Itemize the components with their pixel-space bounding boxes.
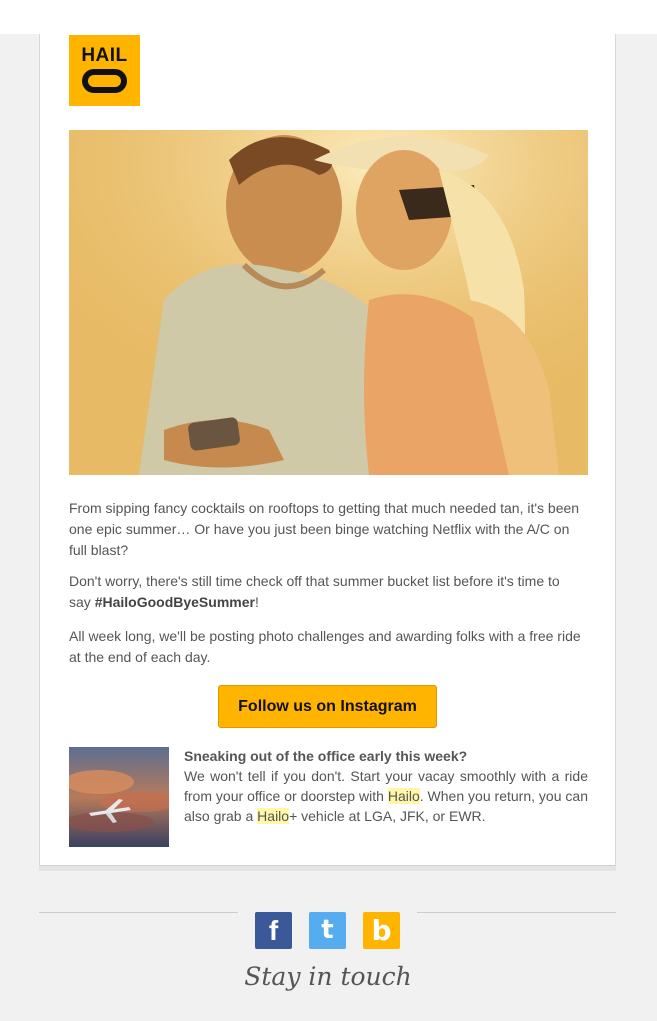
- top-strip: [0, 0, 657, 34]
- intro-paragraph-1: From sipping fancy cocktails on rooftops…: [69, 500, 580, 558]
- promo-airplane-image: [69, 747, 169, 847]
- intro-paragraph-2: Don't worry, there's still time check of…: [69, 571, 584, 613]
- promo-copy: Sneaking out of the office early this we…: [184, 746, 588, 826]
- promo-brand-2: Hailo: [257, 808, 290, 824]
- logo-o-mark: [82, 69, 127, 93]
- email-card: HAIL From sipping fancy cocktails on roo…: [39, 34, 616, 866]
- airplane-sunset-photo: [69, 747, 169, 847]
- promo-text-3: + vehicle at LGA, JFK, or EWR.: [289, 808, 486, 824]
- promo-brand-1: Hailo: [387, 788, 420, 804]
- promo-heading: Sneaking out of the office early this we…: [184, 748, 468, 764]
- footer-divider-right: [417, 912, 616, 913]
- hashtag: #HailoGoodByeSummer: [94, 594, 255, 610]
- hero-photo-couple: [69, 130, 588, 475]
- twitter-icon[interactable]: t: [309, 912, 346, 949]
- p2-text-after: !: [254, 594, 259, 610]
- follow-instagram-button[interactable]: Follow us on Instagram: [218, 685, 437, 728]
- hailo-logo[interactable]: HAIL: [69, 35, 140, 106]
- hero-image: [69, 130, 588, 475]
- footer-divider-left: [39, 912, 238, 913]
- card-shadow: [39, 866, 616, 871]
- facebook-icon[interactable]: f: [255, 912, 292, 949]
- logo-text: HAIL: [81, 45, 128, 66]
- blog-icon[interactable]: b: [363, 912, 400, 949]
- stay-in-touch-tagline: Stay in touch: [244, 962, 412, 991]
- intro-paragraph-3: All week long, we'll be posting photo ch…: [69, 628, 581, 665]
